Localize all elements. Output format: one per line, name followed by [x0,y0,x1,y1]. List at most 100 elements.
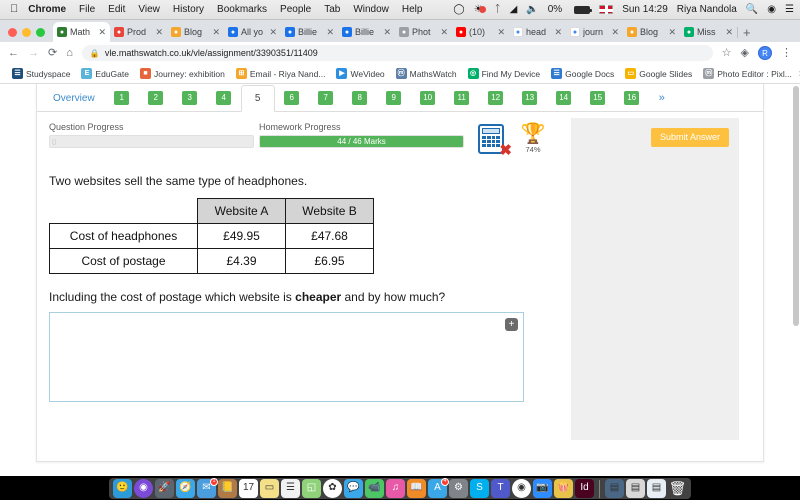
spotlight-search-icon[interactable]: 🔍 [746,4,758,15]
bookmark-5[interactable]: ⓜ MathsWatch [392,68,461,79]
tab-close-icon[interactable]: ✕ [611,27,619,38]
siri-icon[interactable]: ◉ [134,478,153,498]
tab-close-icon[interactable]: ✕ [440,27,448,38]
browser-tab-1[interactable]: ● Prod ✕ [110,22,168,42]
bookmark-9[interactable]: ⓜ Photo Editor : Pixl... [699,68,796,79]
uk-flag-icon[interactable] [599,5,614,14]
browser-tab-10[interactable]: ● Blog ✕ [623,22,681,42]
tab-close-icon[interactable]: ✕ [269,27,277,38]
menu-item-chrome[interactable]: Chrome [28,4,66,15]
question-tab-7[interactable]: 7 [309,85,343,111]
bookmark-4[interactable]: ▶ WeVideo [332,68,388,79]
menu-item-window[interactable]: Window [353,4,389,15]
submit-answer-button[interactable]: Submit Answer [650,128,729,147]
question-tab-12[interactable]: 12 [479,85,513,111]
tab-close-icon[interactable]: ✕ [725,27,733,38]
messages-icon[interactable]: 💬 [344,478,363,498]
battery-icon[interactable] [571,5,593,14]
reminders-icon[interactable]: ☰ [281,478,300,498]
menu-item-help[interactable]: Help [402,4,423,15]
question-tab-1[interactable]: 1 [105,85,139,111]
menu-item-edit[interactable]: Edit [108,4,125,15]
question-tab-2[interactable]: 2 [139,85,173,111]
back-button[interactable]: ← [8,47,19,59]
wifi-icon[interactable]: ◢ [510,4,518,15]
browser-tab-6[interactable]: ● Phot ✕ [395,22,453,42]
tab-close-icon[interactable]: ✕ [155,27,163,38]
menu-item-bookmarks[interactable]: Bookmarks [217,4,267,15]
bookmark-8[interactable]: ▭ Google Slides [621,68,696,79]
tab-close-icon[interactable]: ✕ [383,27,391,38]
user-label[interactable]: Riya Nandola [677,4,737,15]
browser-tab-8[interactable]: ● head ✕ [509,22,567,42]
address-bar[interactable]: 🔒 vle.mathswatch.co.uk/vle/assignment/33… [81,45,713,61]
facetime-icon[interactable]: 📹 [365,478,384,498]
maps-icon[interactable]: ◱ [302,478,321,498]
bookmark-6[interactable]: ◎ Find My Device [464,68,545,79]
siri-icon[interactable]: ◉ [767,4,776,15]
browser-tab-5[interactable]: ● Billie ✕ [338,22,396,42]
tab-close-icon[interactable]: ✕ [668,27,676,38]
question-tab-9[interactable]: 9 [377,85,411,111]
minimized-window-3[interactable]: ▤ [647,478,666,498]
tab-close-icon[interactable]: ✕ [554,27,562,38]
menu-item-tab[interactable]: Tab [324,4,340,15]
menu-item-view[interactable]: View [138,4,160,15]
finder-icon[interactable]: 🙂 [113,478,132,498]
itunes-icon[interactable]: ♫ [386,478,405,498]
trash-icon[interactable]: 🗑 [668,479,687,498]
bookmark-3[interactable]: ⊞ Email - Riya Nand... [232,68,330,79]
browser-tab-0[interactable]: ● Math ✕ [53,22,110,42]
tab-close-icon[interactable]: ✕ [98,27,106,38]
browser-tab-2[interactable]: ● Blog ✕ [167,22,225,42]
browser-tab-7[interactable]: ● (10) ✕ [452,22,510,42]
forward-button[interactable]: → [28,47,39,59]
appstore-icon[interactable]: A4 [428,477,449,498]
clock-label[interactable]: Sun 14:29 [622,4,668,15]
ibooks-icon[interactable]: 📖 [407,478,426,498]
overview-link[interactable]: Overview [47,93,105,111]
question-tab-5[interactable]: 5 [240,85,275,112]
bookmark-star-icon[interactable]: ☆ [722,47,732,59]
mail-icon[interactable]: ✉ 1 [197,477,218,498]
bookmark-1[interactable]: E EduGate [77,68,133,79]
menu-item-people[interactable]: People [280,4,311,15]
indesign-icon[interactable]: Id [575,478,594,498]
screen-sharing-icon[interactable]: ◯ [453,4,464,15]
tab-close-icon[interactable]: ✕ [497,27,505,38]
photos-icon[interactable]: ✿ [323,478,342,498]
add-content-button[interactable]: + [505,318,518,331]
question-tab-16[interactable]: 16 [615,85,649,111]
extensions-icon[interactable]: ◈ [741,47,749,59]
menu-item-history[interactable]: History [173,4,204,15]
minimized-window-2[interactable]: ▤ [626,478,645,498]
volume-icon[interactable]: 🔈 [526,4,538,15]
maximize-window-button[interactable] [36,28,45,37]
minimized-window-1[interactable]: ▤ [605,478,624,498]
new-tab-button[interactable]: + [737,26,757,42]
tab-close-icon[interactable]: ✕ [326,27,334,38]
system-preferences-icon[interactable]: ⚙ [449,478,468,498]
question-tab-8[interactable]: 8 [343,85,377,111]
profile-avatar[interactable]: R [758,46,772,60]
question-tab-3[interactable]: 3 [173,85,207,111]
apple-menu-icon[interactable]:  [10,4,18,15]
minimize-window-button[interactable] [22,28,31,37]
contacts-icon[interactable]: 📒 [218,478,237,498]
question-tab-6[interactable]: 6 [275,85,309,111]
popcorn-icon[interactable]: 🍿 [554,478,573,498]
answer-input-area[interactable]: + [49,312,524,402]
teams-icon[interactable]: T [491,478,510,498]
launchpad-icon[interactable]: 🚀 [155,478,174,498]
question-tab-11[interactable]: 11 [445,85,479,111]
question-tab-10[interactable]: 10 [411,85,445,111]
zoom-icon[interactable]: 📷 [533,478,552,498]
question-tab-4[interactable]: 4 [207,85,241,111]
question-tab-15[interactable]: 15 [581,85,615,111]
browser-tab-4[interactable]: ● Billie ✕ [281,22,339,42]
question-tab-14[interactable]: 14 [547,85,581,111]
skype-icon[interactable]: S [470,478,489,498]
safari-icon[interactable]: 🧭 [176,478,195,498]
notification-center-icon[interactable]: ☰ [785,4,794,15]
tab-close-icon[interactable]: ✕ [212,27,220,38]
